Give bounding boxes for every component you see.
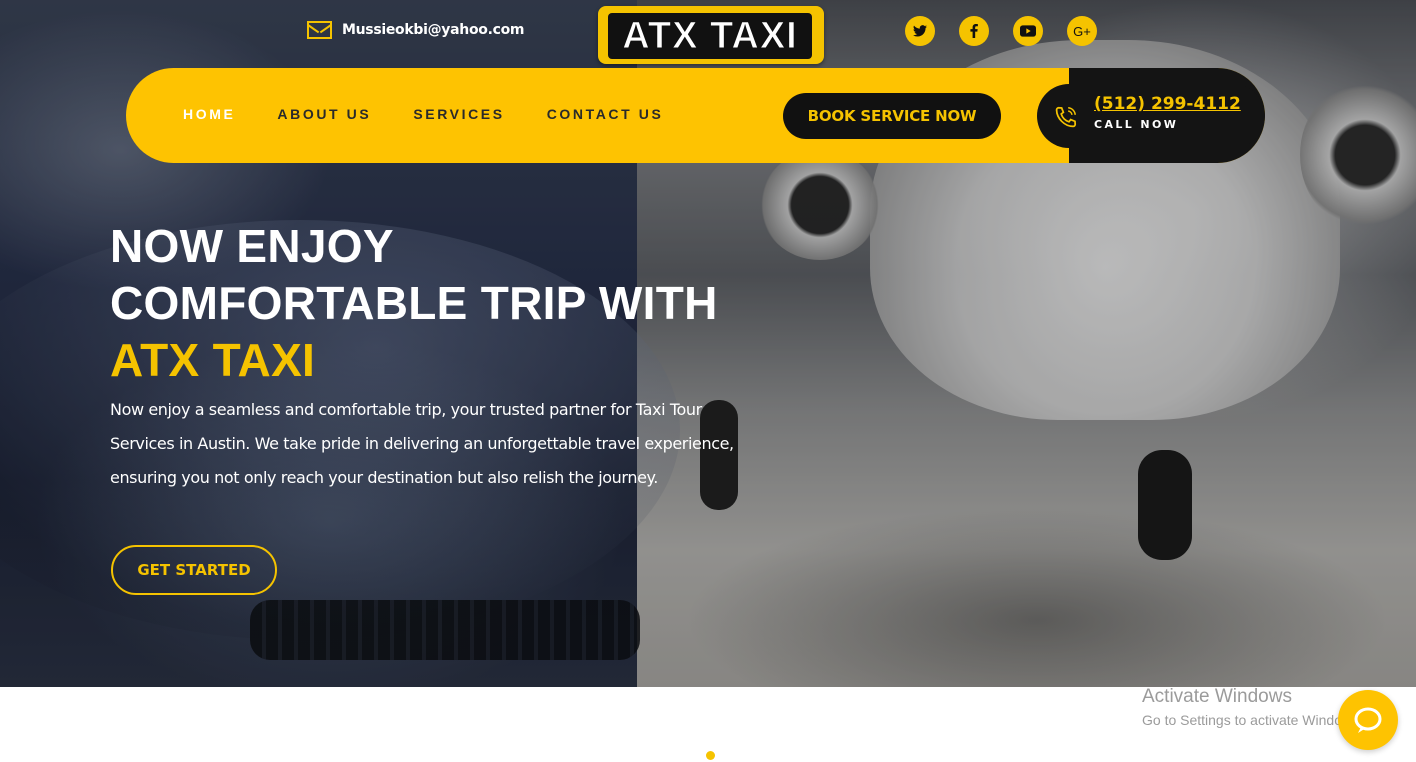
main-navigation: HOME ABOUT US SERVICES CONTACT US BOOK S…: [126, 68, 1265, 163]
nav-menu: HOME ABOUT US SERVICES CONTACT US: [183, 106, 663, 122]
facebook-icon[interactable]: [959, 16, 989, 46]
book-service-button[interactable]: BOOK SERVICE NOW: [783, 93, 1001, 139]
get-started-button[interactable]: GET STARTED: [111, 545, 277, 595]
nav-item-services[interactable]: SERVICES: [413, 106, 504, 122]
hero-headline-line2: COMFORTABLE TRIP WITH: [110, 277, 718, 329]
contact-email[interactable]: Mussieokbi@yahoo.com: [307, 21, 525, 39]
slider-dot[interactable]: [706, 751, 715, 760]
chat-widget-button[interactable]: [1338, 690, 1398, 750]
google-plus-icon[interactable]: G+: [1067, 16, 1097, 46]
phone-icon: [1055, 106, 1077, 128]
hero-headline-line1: NOW ENJOY: [110, 220, 394, 272]
logo-text: ATX TAXI: [622, 14, 798, 57]
nav-item-contact-us[interactable]: CONTACT US: [547, 106, 664, 122]
activate-windows-subtitle: Go to Settings to activate Windows.: [1142, 712, 1363, 728]
social-links: G+: [905, 16, 1097, 46]
activate-windows-title: Activate Windows: [1142, 686, 1292, 707]
activate-windows-watermark: Activate Windows Go to Settings to activ…: [1142, 686, 1363, 728]
chat-bubble-icon: [1354, 707, 1382, 733]
hero-description: Now enjoy a seamless and comfortable tri…: [110, 400, 734, 487]
nav-item-about-us[interactable]: ABOUT US: [277, 106, 371, 122]
hero-headline-brand: ATX TAXI: [110, 334, 316, 386]
envelope-icon: [307, 21, 332, 39]
site-logo[interactable]: ATX TAXI: [598, 6, 824, 64]
twitter-icon[interactable]: [905, 16, 935, 46]
nav-item-home[interactable]: HOME: [183, 106, 235, 122]
email-text: Mussieokbi@yahoo.com: [342, 22, 525, 38]
call-now-label: CALL NOW: [1094, 118, 1179, 131]
phone-number[interactable]: (512) 299-4112: [1094, 94, 1241, 114]
call-now-block[interactable]: (512) 299-4112 CALL NOW: [1037, 84, 1265, 148]
hero-headline: NOW ENJOY COMFORTABLE TRIP WITH ATX TAXI: [110, 218, 718, 389]
youtube-icon[interactable]: [1013, 16, 1043, 46]
